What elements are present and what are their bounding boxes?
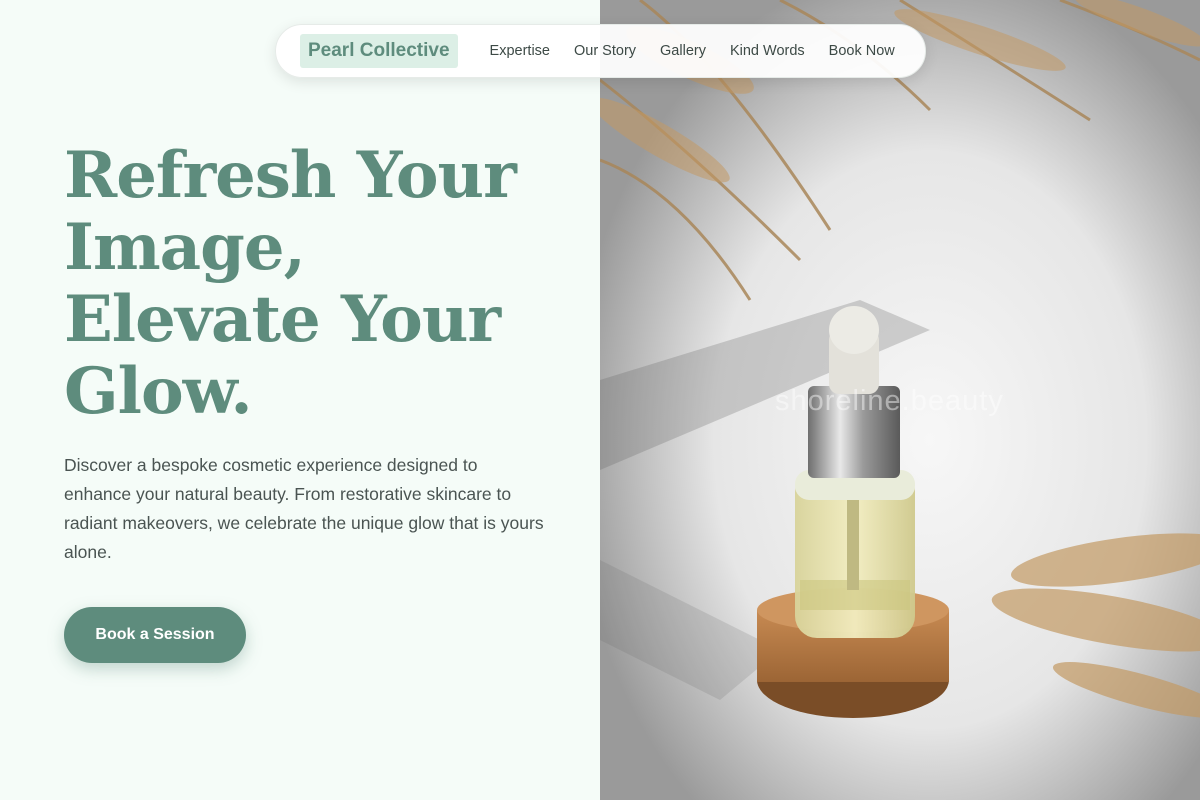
nav-link-expertise[interactable]: Expertise [490,43,550,59]
nav-link-kind-words[interactable]: Kind Words [730,43,805,59]
watermark-text: shoreline.beauty [775,385,1004,417]
hero-photo: shoreline.beauty [600,0,1200,800]
hero-description: Discover a bespoke cosmetic experience d… [64,455,544,562]
nav-links: Expertise Our Story Gallery Kind Words B… [490,43,895,59]
nav-link-gallery[interactable]: Gallery [660,43,706,59]
hero-title-line: Glow. [64,354,253,429]
hero-title-line: Elevate Your [64,282,501,357]
hero-title-line: Image, [64,210,306,285]
nav-link-our-story[interactable]: Our Story [574,43,636,59]
brand-logo[interactable]: Pearl Collective [300,34,458,68]
hero-title-line: Refresh Your [64,138,517,213]
hero-title: Refresh Your Image, Elevate Your Glow. [64,140,564,428]
nav-link-book-now[interactable]: Book Now [829,43,895,59]
top-navbar: Pearl Collective Expertise Our Story Gal… [275,24,926,78]
book-session-button[interactable]: Book a Session [64,607,246,663]
